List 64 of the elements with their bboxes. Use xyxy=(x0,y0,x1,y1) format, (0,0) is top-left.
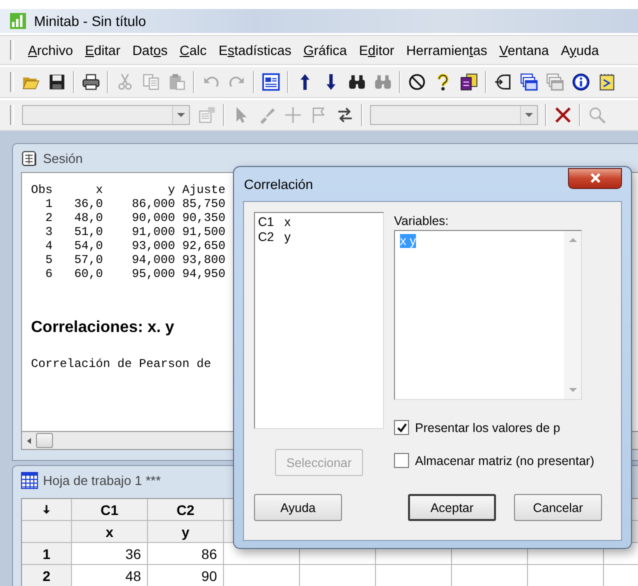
menu-item[interactable]: Editar xyxy=(79,42,126,58)
output-line: 3 51,0 91,000 91,500 xyxy=(44,225,226,239)
output-line: 2 48,0 90,000 90,350 xyxy=(44,211,226,225)
checkbox-label[interactable]: Almacenar matriz (no presentar) xyxy=(415,454,594,468)
output-line: Obs x y Ajuste xyxy=(31,183,226,197)
checkbox[interactable] xyxy=(394,420,409,435)
field-label: Variables: xyxy=(394,214,449,228)
menu-item[interactable]: Calc xyxy=(174,42,213,58)
table-cell: 86 xyxy=(148,543,224,565)
menu-item[interactable]: Archivo xyxy=(22,42,80,58)
printer-icon[interactable] xyxy=(82,73,100,91)
output-line: 5 57,0 94,000 93,800 xyxy=(44,253,226,267)
bar-chart-icon xyxy=(10,13,26,29)
no-sign-icon[interactable] xyxy=(408,73,426,91)
window-title: Sesión xyxy=(43,150,83,166)
window-icon[interactable] xyxy=(262,73,280,91)
menu-item[interactable]: Gráfica xyxy=(297,42,353,58)
left-arrow-icon[interactable] xyxy=(27,438,31,444)
checkbox[interactable] xyxy=(394,453,409,468)
swap-arrows-icon[interactable] xyxy=(336,106,354,124)
dialog-button[interactable]: Aceptar xyxy=(408,494,496,521)
dialog-button[interactable]: Ayuda xyxy=(254,494,342,521)
column-header[interactable]: C2 xyxy=(148,499,224,521)
scroll-icon xyxy=(21,150,38,166)
window-title: Hoja de trabajo 1 *** xyxy=(43,472,161,488)
output-line: 1 36,0 86,000 85,750 xyxy=(44,197,226,211)
delete-icon[interactable] xyxy=(554,106,572,124)
table-cell: 90 xyxy=(148,565,224,586)
notepad-icon[interactable] xyxy=(598,73,616,91)
insert-icon[interactable] xyxy=(494,73,512,91)
output-line: 6 60,0 95,000 94,950 xyxy=(44,267,226,281)
menu-item[interactable]: Ventana xyxy=(493,42,555,58)
binoculars-icon[interactable] xyxy=(348,73,366,91)
row-header[interactable]: 1 xyxy=(22,543,72,565)
table-cell: 48 xyxy=(72,565,148,586)
grid-icon xyxy=(21,472,38,488)
window-title: Minitab - Sin título xyxy=(34,13,146,29)
column-header[interactable]: C1 xyxy=(72,499,148,521)
down-arrow-icon[interactable] xyxy=(43,505,50,514)
column-name[interactable]: x xyxy=(72,521,148,543)
menu-item[interactable]: Ayuda xyxy=(554,42,605,58)
close-icon xyxy=(590,173,600,183)
close-button[interactable] xyxy=(568,168,622,188)
output-line: Correlación de Pearson de xyxy=(31,357,212,371)
output-line: 4 54,0 93,000 92,650 xyxy=(44,239,226,253)
info-icon[interactable] xyxy=(572,73,590,91)
output-heading: Correlaciones: x. y xyxy=(31,319,176,337)
table-cell: 36 xyxy=(72,543,148,565)
menu-item[interactable]: Herramientas xyxy=(400,42,494,58)
list-item[interactable]: C1 x xyxy=(258,215,380,230)
list-item[interactable]: C2 y xyxy=(258,230,380,245)
checkbox-label[interactable]: Presentar los valores de p xyxy=(415,420,560,434)
scrollbar-thumb[interactable] xyxy=(36,433,53,448)
column-name[interactable]: y xyxy=(148,521,224,543)
column-list[interactable]: C1 x C2 y xyxy=(254,212,384,429)
menu-item[interactable]: Estadísticas xyxy=(212,42,298,58)
dialog-button[interactable]: Cancelar xyxy=(514,494,602,521)
documents-icon[interactable] xyxy=(460,73,478,91)
field-value: x y xyxy=(400,234,416,248)
menu-item[interactable]: Editor xyxy=(352,42,400,58)
stacked-windows-icon[interactable] xyxy=(520,73,538,91)
row-header[interactable]: 2 xyxy=(22,565,72,586)
dialog-title: Correlación xyxy=(243,176,314,192)
menu-item[interactable]: Datos xyxy=(126,42,174,58)
